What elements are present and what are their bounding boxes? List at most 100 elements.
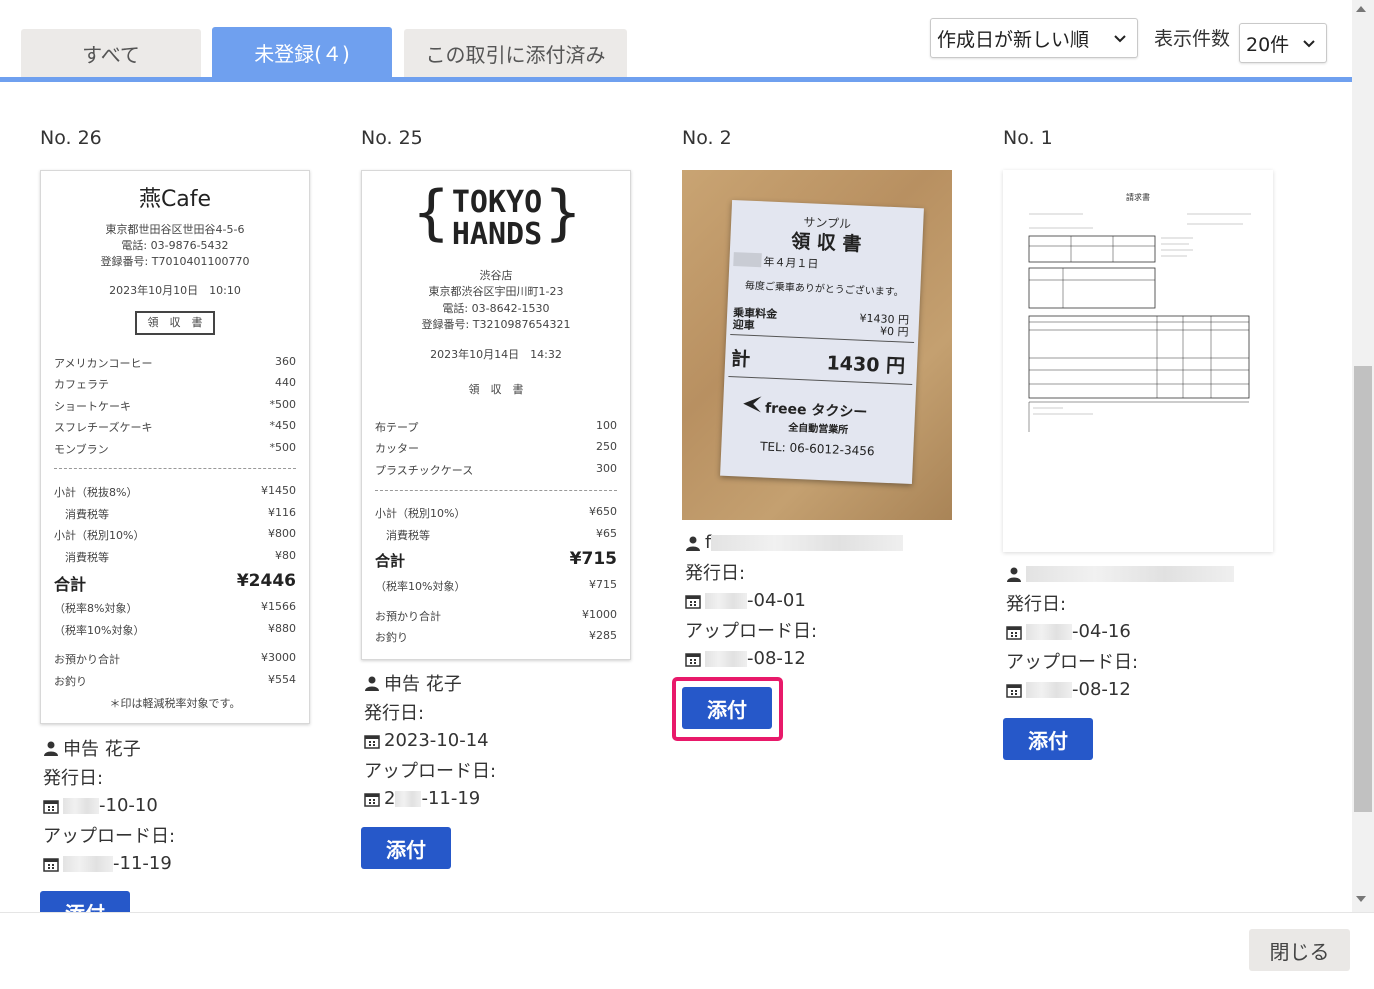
receipt-thumbnail[interactable]: 燕Cafe 東京都世田谷区世田谷4-5-6 電話: 03-9876-5432 登… [40,170,310,724]
calendar-icon [685,652,701,667]
receipt-t10-label: （税率10%対象） [54,624,145,637]
chevron-down-icon [1303,40,1315,48]
taxi-office: 全自動営業所 [787,422,849,437]
receipt-total-label: 合計 [54,575,87,594]
tab-bar: すべて 未登録(４) この取引に添付済み 作成日が新しい順 表示件数 20件 [0,0,1352,82]
tab-all[interactable]: すべて [21,29,201,77]
count-select[interactable]: 20件 [1239,23,1327,63]
attach-button[interactable]: 添付 [1003,718,1093,760]
receipt-item-name: アメリカンコーヒー [54,357,153,370]
attach-button[interactable]: 添付 [361,827,451,869]
receipt-tax-label: 消費税等 [65,508,109,521]
receipt-item-price: 300 [596,462,617,475]
receipt-item-name: ショートケーキ [54,400,131,413]
scroll-down-icon[interactable] [1356,896,1366,902]
freee-bird-icon [743,396,762,413]
receipt-thumbnail[interactable]: { } TOKYO HANDS 渋谷店 東京都渋谷区宇田川町1-23 電話: 0… [361,170,631,660]
attach-button[interactable]: 添付 [682,687,772,729]
receipt-sub-label: 小計（税別10%） [375,507,466,520]
receipt-divider [375,490,617,491]
redacted-year [63,855,113,872]
logo-line2: HANDS [451,217,543,252]
user-icon [44,741,58,756]
receipt-meta: 申告 花子 発行日: -10-10 アップロード日: -11-19 [43,733,175,878]
receipt-address: 東京都世田谷区世田谷4-5-6 [105,223,245,236]
redacted-uploader [1026,565,1234,582]
receipt-photo[interactable]: サンプル 領 収 書 年４月１日 毎度ご乗車ありがとうございます。 乗車料金 ¥… [682,170,952,520]
receipt-tax10: ¥80 [275,549,296,562]
calendar-icon [43,857,59,872]
receipt-store: 燕Cafe [138,187,212,212]
receipt-number: No. 1 [1003,127,1053,149]
receipt-number: No. 2 [682,127,732,149]
calendar-icon [364,792,380,807]
receipt-change-label: お釣り [54,675,87,688]
uploader-name: 申告 花子 [384,673,462,695]
upload-date-label: アップロード日: [1006,651,1139,673]
scroll-up-icon[interactable] [1356,6,1366,12]
upload-date-label: アップロード日: [685,620,818,642]
calendar-icon [1006,625,1022,640]
redacted-uploader [711,534,904,551]
receipt-meta: 申告 花子 発行日: 2023-10-14 アップロード日: 2 -11-19 [364,668,496,813]
taxi-receipt-paper: サンプル 領 収 書 年４月１日 毎度ご乗車ありがとうございます。 乗車料金 ¥… [720,199,924,485]
close-button[interactable]: 閉じる [1249,929,1350,971]
receipt-change: ¥554 [268,673,296,686]
receipt-tax: ¥65 [596,527,617,540]
receipt-reg-no: 登録番号: T3210987654321 [421,318,571,331]
receipt-sub8-label: 小計（税抜8%） [54,486,138,499]
user-icon [1007,567,1021,582]
scrollbar-thumb[interactable] [1354,366,1372,812]
dialog-footer: 閉じる [0,912,1374,989]
issue-date: -04-16 [1072,621,1131,642]
receipt-sub: ¥650 [589,505,617,518]
redacted-year [733,252,762,268]
redacted-year [1026,623,1072,640]
receipt-t10: ¥715 [589,578,617,591]
receipt-t10-label: （税率10%対象） [375,580,466,593]
receipt-item-price: *500 [269,441,297,454]
receipt-phone: 電話: 03-8642-1530 [442,302,550,315]
user-icon [686,536,700,551]
issue-date-label: 発行日: [364,702,425,724]
redacted-year [395,790,422,807]
receipt-meta: f 発行日: -04-01 アップロード日: -08-12 [685,528,904,673]
receipt-branch: 渋谷店 [479,269,513,282]
redacted-year [1026,681,1072,698]
receipt-item-price: *500 [269,398,297,411]
sort-select[interactable]: 作成日が新しい順 [930,18,1138,58]
invoice-thumbnail[interactable]: 請求書 [1003,170,1273,552]
receipt-number: No. 25 [361,127,423,149]
upload-date: -11-19 [113,853,172,874]
issue-date: -04-01 [747,590,806,611]
receipt-item-name: モンブラン [54,443,109,456]
tab-unregistered[interactable]: 未登録(４) [212,27,392,77]
receipt-item-price: 360 [275,355,296,368]
count-label: 表示件数 [1154,28,1231,50]
receipt-note: ＊印は軽減税率対象です。 [109,697,241,710]
receipt-picker-dialog: すべて 未登録(４) この取引に添付済み 作成日が新しい順 表示件数 20件 N… [0,0,1374,989]
upload-date-label: アップロード日: [43,825,176,847]
redacted-year [63,797,99,814]
receipt-doc-title: 領 収 書 [135,311,215,335]
receipt-item-price: *450 [269,419,297,432]
receipt-reg-no: 登録番号: T7010401100770 [100,255,250,268]
upload-date: -08-12 [1072,679,1131,700]
upload-date-prefix: 2 [384,788,396,809]
receipt-tax8: ¥116 [268,506,296,519]
receipt-total-label: 合計 [375,552,406,570]
receipt-item-name: スフレチーズケーキ [54,421,153,434]
tab-attached[interactable]: この取引に添付済み [404,29,627,77]
issue-date-label: 発行日: [43,767,104,789]
receipt-datetime: 2023年10月14日 14:32 [430,348,562,361]
receipt-sub10-label: 小計（税別10%） [54,529,145,542]
receipt-sub8: ¥1450 [261,484,296,497]
receipt-paid: ¥3000 [261,651,296,664]
receipt-total: ¥715 [569,549,617,569]
receipt-doc-title: 領 収 書 [468,383,524,396]
attach-button[interactable]: 添付 [40,891,130,912]
count-select-value: 20件 [1246,33,1290,56]
receipt-address: 東京都渋谷区宇田川町1-23 [428,285,564,298]
receipt-tax-label: 消費税等 [386,529,430,542]
sort-select-value: 作成日が新しい順 [937,28,1090,51]
